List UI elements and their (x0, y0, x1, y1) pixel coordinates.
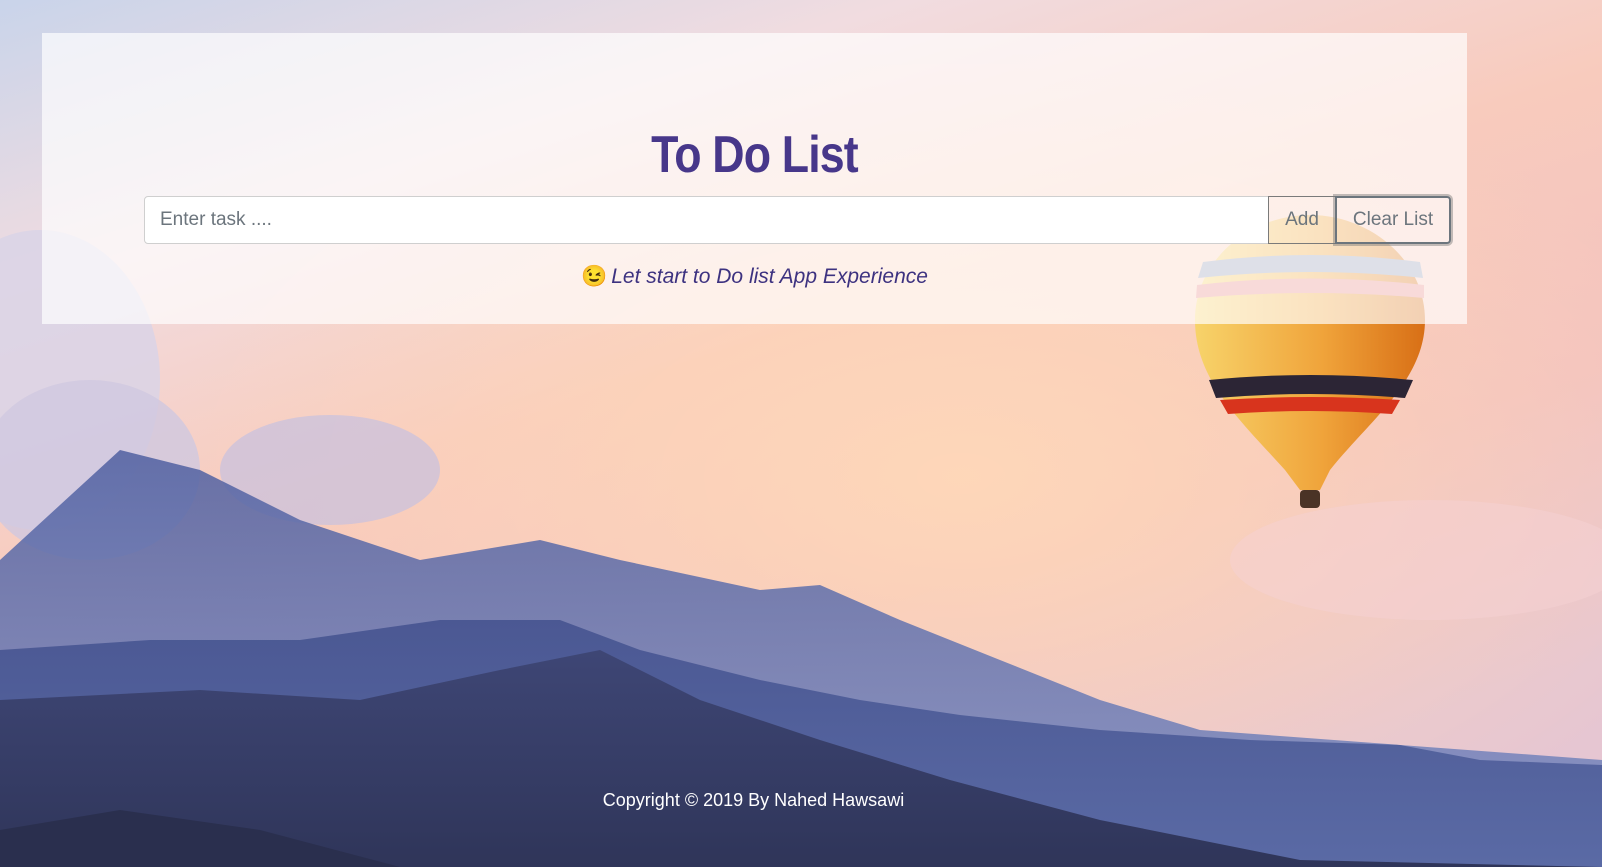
add-button[interactable]: Add (1268, 196, 1336, 244)
task-input[interactable] (144, 196, 1269, 244)
page-title: To Do List (651, 126, 859, 184)
todo-panel: To Do List Add Clear List 😉Let start to … (42, 33, 1467, 324)
empty-list-message: 😉 Let start to Do list App Experience (42, 265, 1467, 289)
wink-emoji-icon: 😉 (581, 265, 608, 288)
footer-copyright: Copyright © 2019 By Nahed Hawsawi (602, 790, 905, 810)
task-form: Add Clear List (144, 196, 1451, 244)
clear-list-button[interactable]: Clear List (1335, 196, 1451, 244)
message-text: Let start to Do list App Experience (611, 265, 928, 288)
